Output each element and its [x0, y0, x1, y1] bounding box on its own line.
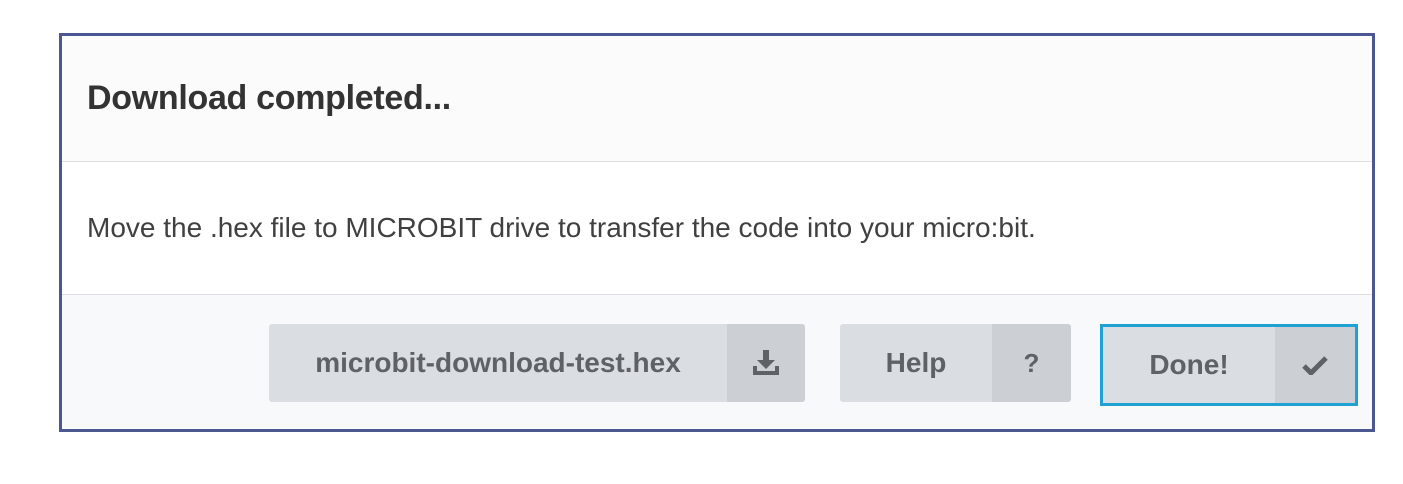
done-button[interactable]: Done!	[1100, 324, 1358, 406]
download-file-button[interactable]: microbit-download-test.hex	[269, 324, 805, 402]
question-mark-icon: ?	[992, 324, 1071, 402]
download-completed-dialog: Download completed... Move the .hex file…	[59, 33, 1375, 432]
help-label: Help	[885, 347, 947, 378]
dialog-title: Download completed...	[87, 79, 451, 117]
dialog-header: Download completed...	[62, 36, 1372, 162]
download-file-label: microbit-download-test.hex	[315, 347, 681, 378]
dialog-footer: microbit-download-test.hex Help ? Done!	[62, 295, 1372, 429]
help-button[interactable]: Help ?	[840, 324, 1071, 402]
checkmark-icon	[1275, 327, 1355, 403]
download-icon	[727, 324, 805, 402]
dialog-message: Move the .hex file to MICROBIT drive to …	[87, 212, 1036, 243]
dialog-body: Move the .hex file to MICROBIT drive to …	[62, 162, 1372, 295]
done-label: Done!	[1149, 349, 1229, 380]
